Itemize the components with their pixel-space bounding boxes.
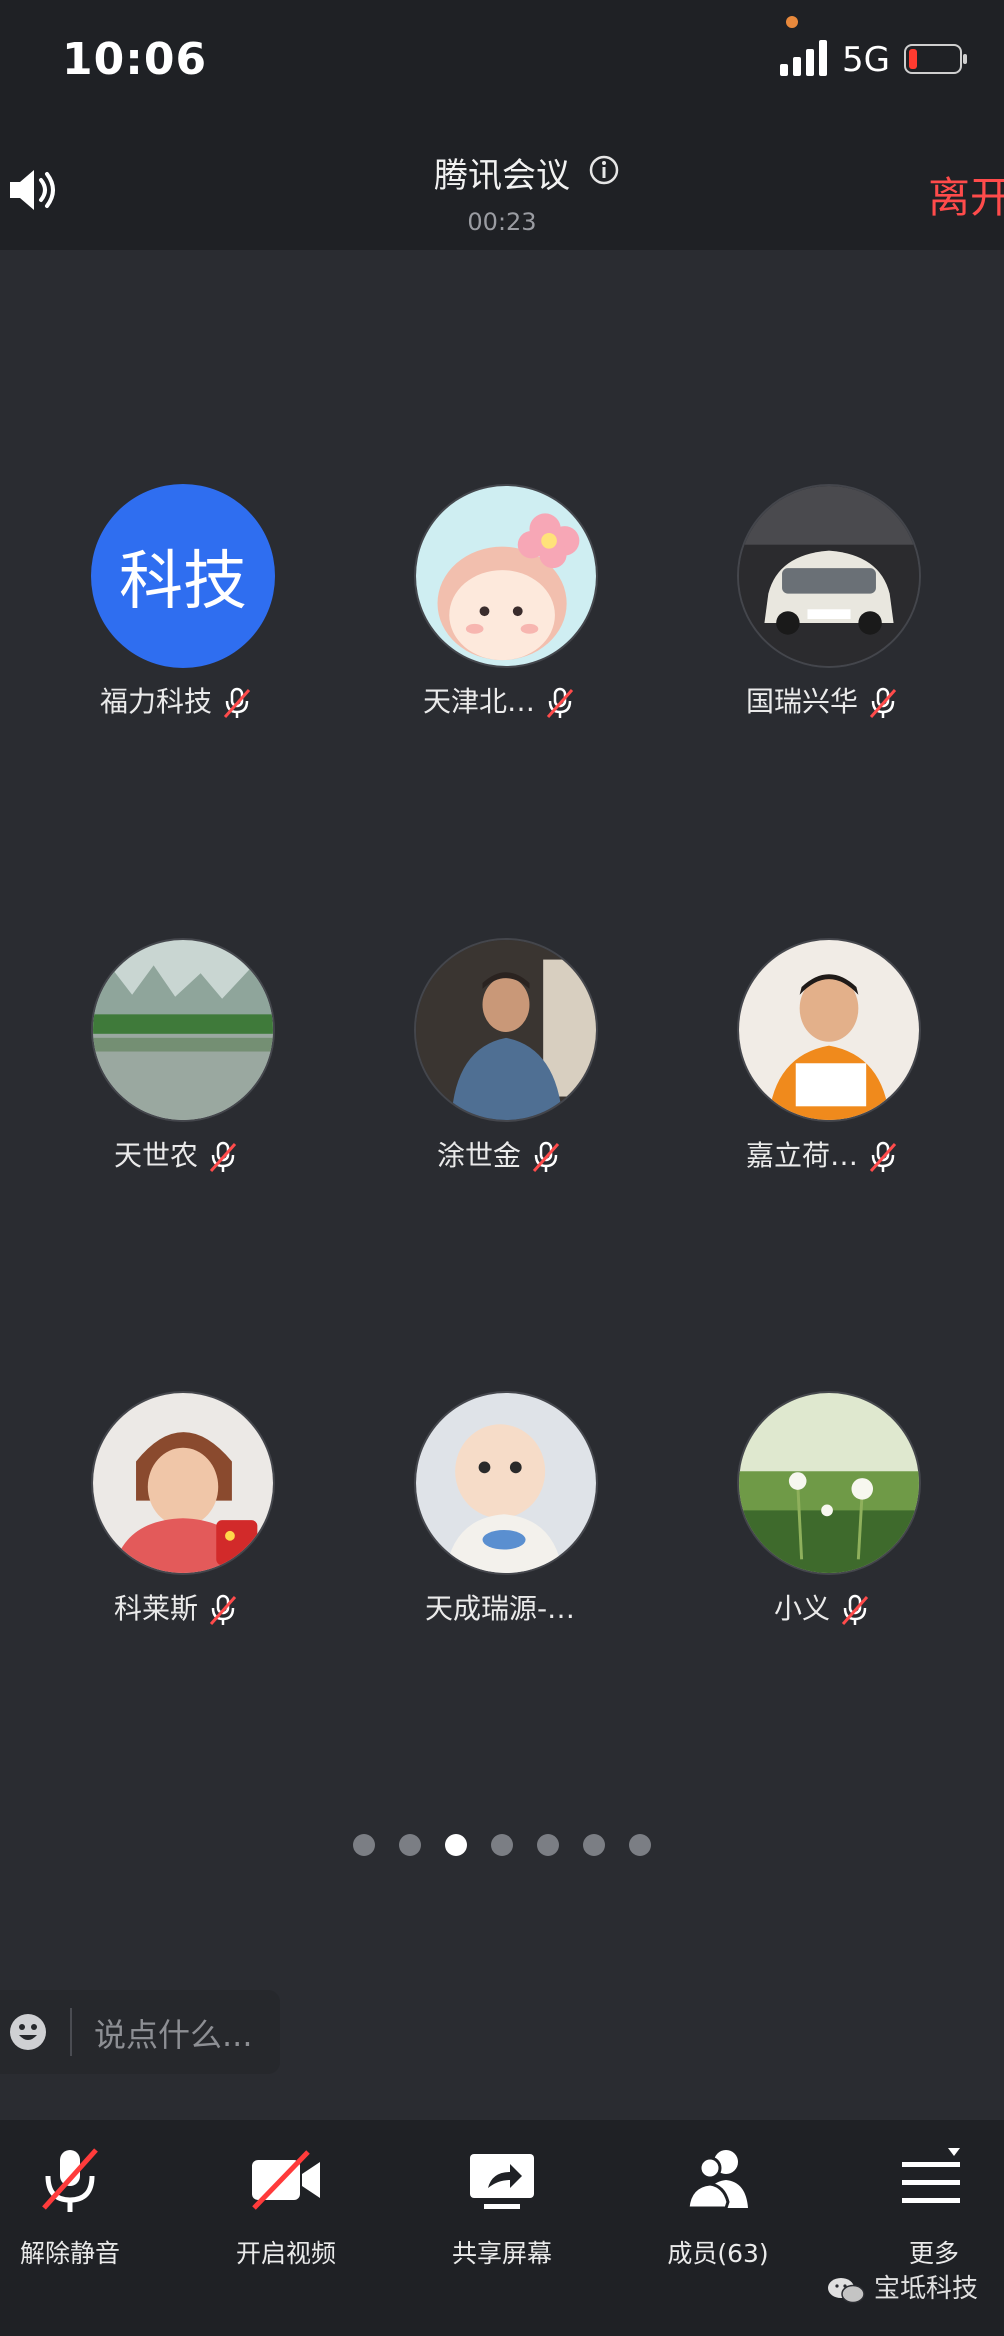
participant-name: 天世农 — [113, 1139, 198, 1172]
chat-input[interactable]: 说点什么... — [94, 2010, 253, 2056]
more-menu-icon — [902, 2148, 960, 2203]
mic-muted-icon — [869, 1141, 897, 1172]
meeting-timer: 00:23 — [467, 208, 537, 236]
mic-muted-icon — [546, 687, 574, 718]
mic-muted-icon — [42, 2148, 98, 2212]
participant-name: 福力科技 — [99, 685, 212, 718]
avatar — [737, 938, 921, 1122]
participant-name: 天成瑞源-… — [424, 1592, 576, 1625]
page-dot[interactable] — [399, 1834, 421, 1856]
mic-muted-icon — [209, 1594, 237, 1625]
watermark: 宝坻科技 — [826, 2268, 978, 2305]
leave-button[interactable]: 离开 — [928, 164, 1004, 225]
participant-name: 小义 — [773, 1592, 830, 1625]
mic-muted-icon — [532, 1141, 560, 1172]
share-screen-icon — [470, 2154, 534, 2209]
page-dot[interactable] — [537, 1834, 559, 1856]
wechat-icon — [828, 2277, 865, 2303]
share-screen-button[interactable]: 共享屏幕 — [402, 2142, 602, 2292]
share-label: 共享屏幕 — [451, 2239, 552, 2268]
participant-name: 嘉立荷… — [745, 1139, 858, 1172]
chat-input-bar[interactable]: 说点什么... — [0, 1990, 280, 2074]
participant-tile[interactable]: 涂世金 — [339, 938, 661, 1178]
participant-tile[interactable]: 天世农 — [16, 938, 338, 1178]
participant-tile[interactable]: 小义 — [662, 1391, 984, 1631]
watermark-text: 宝坻科技 — [874, 2274, 979, 2304]
info-icon[interactable] — [588, 154, 620, 186]
participant-name: 天津北… — [422, 685, 535, 718]
participant-tile[interactable]: 国瑞兴华 — [662, 484, 984, 724]
status-bar: 10:06 5G — [0, 0, 1004, 110]
avatar — [91, 1391, 275, 1575]
avatar — [737, 1391, 921, 1575]
participant-tile[interactable]: 天津北… — [339, 484, 661, 724]
page-dot-active[interactable] — [445, 1834, 467, 1856]
participant-name: 国瑞兴华 — [745, 685, 858, 718]
avatar — [91, 938, 275, 1122]
participant-name: 涂世金 — [436, 1139, 521, 1172]
mic-muted-icon — [841, 1594, 869, 1625]
participant-tile[interactable]: 嘉立荷… — [662, 938, 984, 1178]
mic-muted-icon — [223, 687, 251, 718]
avatar — [414, 484, 598, 668]
more-label: 更多 — [908, 2239, 959, 2268]
members-button[interactable]: 成员(63) — [618, 2142, 818, 2292]
participant-tile[interactable]: 科莱斯 — [16, 1391, 338, 1631]
meeting-title-row[interactable]: 腾讯会议 — [0, 148, 1004, 197]
signal-icon — [780, 40, 827, 76]
battery-icon — [904, 44, 967, 74]
page-dot[interactable] — [629, 1834, 651, 1856]
avatar — [414, 938, 598, 1122]
avatar — [414, 1391, 598, 1575]
page-indicator[interactable] — [0, 1834, 1004, 1858]
members-label: 成员(63) — [667, 2239, 769, 2268]
start-video-button[interactable]: 开启视频 — [186, 2142, 386, 2292]
network-type: 5G — [842, 40, 890, 80]
page-dot[interactable] — [353, 1834, 375, 1856]
avatar — [737, 484, 921, 668]
meeting-title: 腾讯会议 — [434, 156, 570, 196]
video-off-icon — [252, 2150, 320, 2210]
mic-muted-icon — [869, 687, 897, 718]
participant-tile[interactable]: 天成瑞源-… — [339, 1391, 661, 1631]
unmute-button[interactable]: 解除静音 — [0, 2142, 170, 2292]
participant-name: 科莱斯 — [113, 1592, 198, 1625]
emoji-icon[interactable] — [8, 2012, 48, 2052]
members-icon — [686, 2150, 748, 2210]
recording-indicator-dot — [786, 16, 798, 28]
avatar: 科技 — [91, 484, 275, 668]
page-dot[interactable] — [583, 1834, 605, 1856]
page-dot[interactable] — [491, 1834, 513, 1856]
mic-muted-icon — [209, 1141, 237, 1172]
clock: 10:06 — [62, 34, 208, 85]
unmute-label: 解除静音 — [19, 2239, 120, 2268]
participant-tile[interactable]: 科技 福力科技 — [16, 484, 338, 724]
divider — [70, 2008, 72, 2056]
video-label: 开启视频 — [235, 2239, 336, 2268]
